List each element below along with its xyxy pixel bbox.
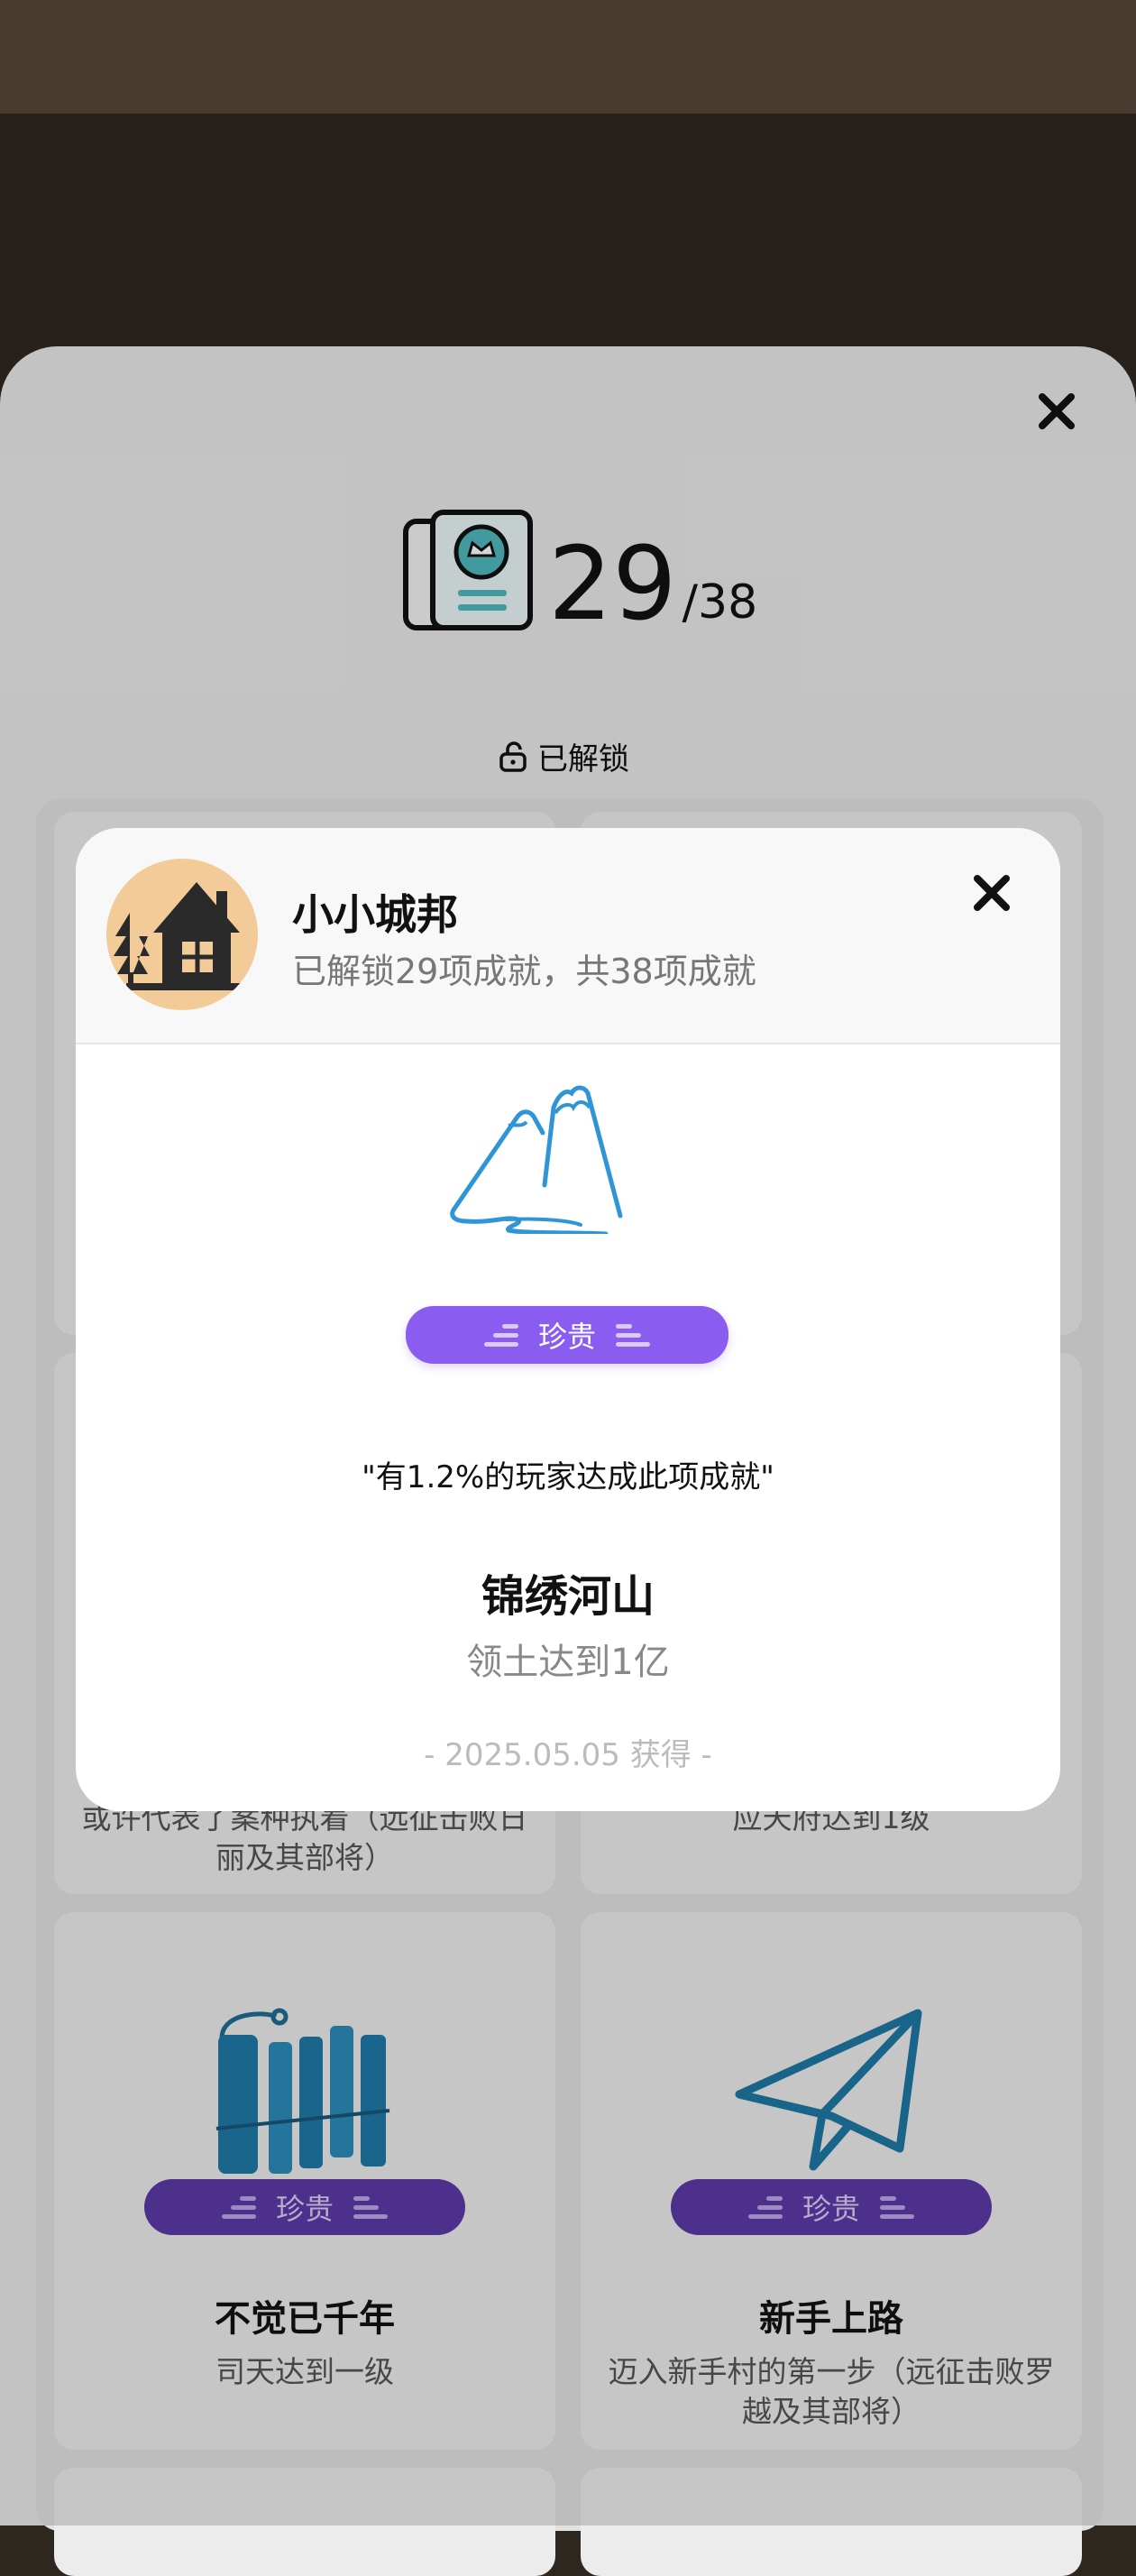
achievement-desc: 领土达到1亿 <box>466 1642 670 1683</box>
achievement-percent: "有1.2%的玩家达成此项成就" <box>362 1459 774 1495</box>
rarity-label: 珍贵 <box>537 1320 596 1354</box>
rarity-bars-icon <box>616 1323 650 1347</box>
close-icon[interactable] <box>972 873 1012 913</box>
obtained-date: - 2025.05.05 获得 - <box>424 1737 712 1773</box>
achievement-detail-dialog: 小小城邦 已解锁29项成就，共38项成就 珍贵 "有1.2%的玩家达成此项成就"… <box>76 828 1060 1811</box>
game-avatar <box>106 859 258 1010</box>
game-subtitle: 已解锁29项成就，共38项成就 <box>292 952 756 991</box>
house-trees-icon <box>114 882 243 990</box>
rarity-bars-icon <box>483 1323 518 1347</box>
dialog-header: 小小城邦 已解锁29项成就，共38项成就 <box>76 828 1060 1044</box>
game-title: 小小城邦 <box>292 890 458 939</box>
rarity-badge: 珍贵 <box>406 1306 728 1364</box>
achievement-name: 锦绣河山 <box>481 1571 655 1622</box>
mountains-river-icon <box>450 1085 623 1234</box>
